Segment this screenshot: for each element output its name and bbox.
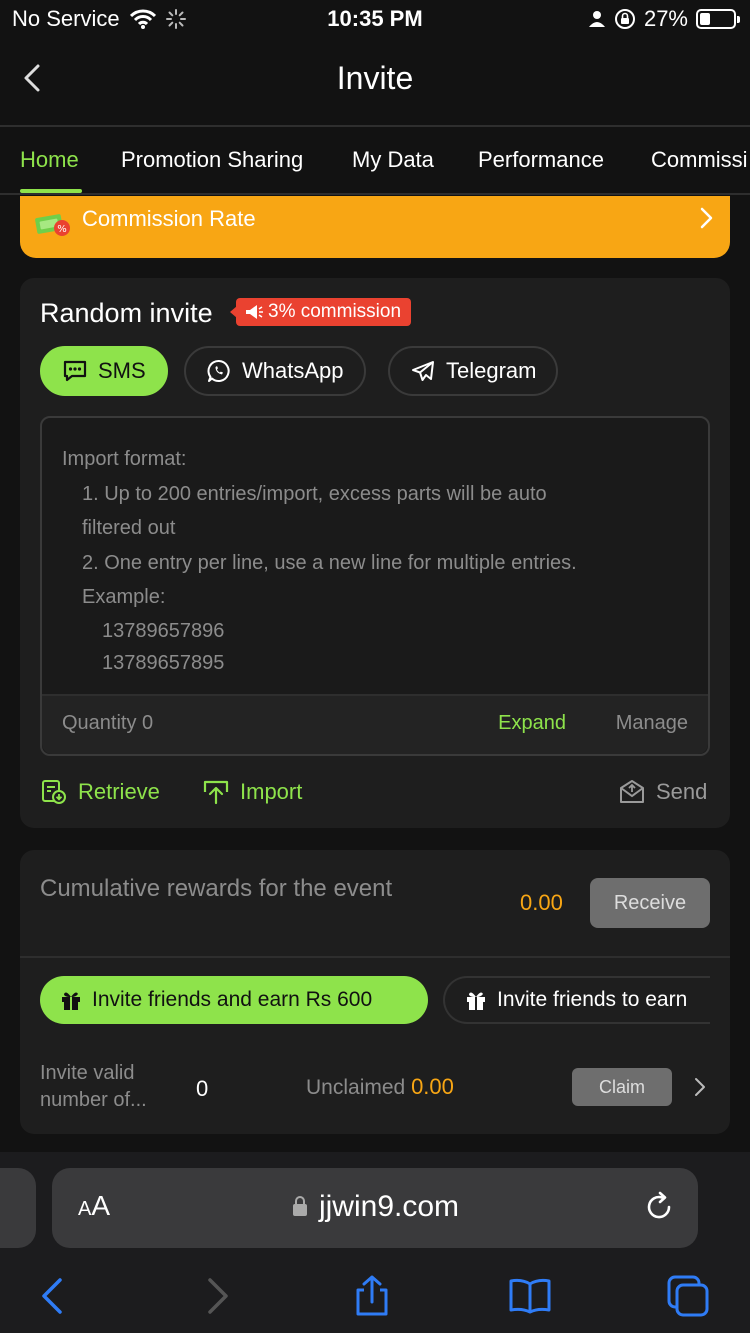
browser-back-icon[interactable] bbox=[32, 1274, 76, 1318]
send-label: Send bbox=[656, 779, 708, 804]
megaphone-icon bbox=[246, 305, 263, 319]
import-format-heading: Import format: bbox=[62, 448, 187, 470]
rewards-title: Cumulative rewards for the event bbox=[40, 875, 393, 902]
sms-icon bbox=[63, 360, 87, 382]
reload-icon[interactable] bbox=[642, 1190, 676, 1224]
status-bar: No Service 10:35 PM 27% bbox=[0, 0, 750, 40]
commission-rate-label: Commission Rate bbox=[82, 206, 256, 231]
claim-button[interactable]: Claim bbox=[572, 1068, 672, 1106]
telegram-icon bbox=[412, 361, 434, 381]
upload-icon bbox=[203, 780, 229, 805]
url-text: jjwin9.com bbox=[318, 1190, 460, 1223]
chevron-right-icon bbox=[700, 207, 713, 229]
import-rule-1-cont: filtered out bbox=[82, 517, 176, 539]
lock-icon bbox=[292, 1196, 307, 1216]
unclaimed-amount: 0.00 bbox=[411, 1074, 454, 1099]
import-footer: Quantity 0 Expand Manage bbox=[42, 694, 708, 754]
gift-icon bbox=[467, 992, 485, 1010]
rewards-divider bbox=[20, 956, 730, 958]
channel-sms-button[interactable]: SMS bbox=[40, 346, 168, 396]
invite-valid-count: 0 bbox=[196, 1076, 209, 1101]
invite-valid-label: Invite valid number of... bbox=[40, 1062, 147, 1111]
channel-whatsapp-button[interactable]: WhatsApp bbox=[184, 346, 366, 396]
share-icon[interactable] bbox=[350, 1274, 394, 1318]
previous-tab-peek[interactable] bbox=[0, 1168, 36, 1248]
url-display: jjwin9.com bbox=[52, 1190, 698, 1224]
tab-performance[interactable]: Performance bbox=[478, 147, 604, 173]
earn-tab-invite-friends[interactable]: Invite friends to earn bbox=[443, 976, 710, 1024]
commission-badge: 3% commission bbox=[229, 298, 412, 326]
browser-toolbar: AA jjwin9.com bbox=[0, 1152, 750, 1333]
tab-promotion-sharing[interactable]: Promotion Sharing bbox=[121, 147, 303, 173]
retrieve-button[interactable]: Retrieve bbox=[40, 778, 160, 806]
tabs-icon[interactable] bbox=[666, 1274, 710, 1318]
channel-sms-label: SMS bbox=[98, 358, 146, 383]
earn-tab-invite-friends-label: Invite friends to earn bbox=[497, 988, 688, 1011]
tab-bar: Home Promotion Sharing My Data Performan… bbox=[0, 127, 750, 195]
import-example-1: 13789657896 bbox=[102, 619, 225, 642]
import-format-instructions: Import format: 1. Up to 200 entries/impo… bbox=[62, 442, 577, 679]
send-envelope-icon bbox=[620, 780, 644, 803]
browser-forward-icon[interactable] bbox=[194, 1274, 238, 1318]
commission-rate-banner[interactable]: % Commission Rate bbox=[20, 196, 730, 258]
import-button[interactable]: Import bbox=[202, 778, 302, 806]
retrieve-label: Retrieve bbox=[78, 779, 160, 804]
page-title: Invite bbox=[336, 60, 414, 96]
address-bar[interactable]: AA jjwin9.com bbox=[52, 1168, 698, 1248]
whatsapp-icon bbox=[207, 360, 230, 382]
channel-telegram-button[interactable]: Telegram bbox=[388, 346, 559, 396]
channel-telegram-label: Telegram bbox=[446, 358, 537, 383]
unclaimed-label: Unclaimed bbox=[306, 1076, 406, 1099]
rewards-amount: 0.00 bbox=[520, 890, 563, 915]
send-button[interactable]: Send bbox=[618, 778, 707, 806]
money-percent-icon: % bbox=[35, 214, 70, 236]
active-tab-indicator bbox=[20, 189, 82, 193]
tab-home[interactable]: Home bbox=[20, 147, 79, 173]
tab-my-data[interactable]: My Data bbox=[352, 147, 434, 173]
import-example-2: 13789657895 bbox=[102, 651, 225, 674]
import-label: Import bbox=[240, 779, 303, 804]
retrieve-icon bbox=[42, 780, 66, 804]
battery-percent: 27% bbox=[643, 6, 688, 31]
quantity-label: Quantity 0 bbox=[62, 712, 154, 734]
bookmarks-icon[interactable] bbox=[508, 1274, 552, 1318]
commission-badge-text: 3% commission bbox=[268, 301, 402, 322]
battery-icon bbox=[696, 9, 740, 29]
import-textarea[interactable]: Import format: 1. Up to 200 entries/impo… bbox=[40, 416, 710, 756]
receive-button[interactable]: Receive bbox=[590, 878, 710, 928]
random-invite-card: Random invite 3% commission SMS WhatsApp… bbox=[20, 278, 730, 828]
svg-text:%: % bbox=[57, 224, 67, 235]
earn-tab-rs600-label: Invite friends and earn Rs 600 bbox=[92, 988, 373, 1011]
cumulative-rewards-card: Cumulative rewards for the event 0.00 Re… bbox=[20, 850, 730, 1134]
expand-button[interactable]: Expand bbox=[498, 712, 566, 735]
import-example-label: Example: bbox=[82, 586, 166, 608]
import-rule-1: 1. Up to 200 entries/import, excess part… bbox=[82, 482, 547, 505]
gift-icon bbox=[62, 992, 80, 1010]
import-rule-2: 2. One entry per line, use a new line fo… bbox=[82, 551, 577, 574]
header: Invite bbox=[0, 40, 750, 126]
tab-commission[interactable]: Commissi bbox=[651, 147, 748, 173]
chevron-right-icon[interactable] bbox=[692, 1076, 708, 1098]
orientation-lock-icon bbox=[614, 9, 635, 29]
card-title: Random invite bbox=[40, 298, 213, 328]
earn-tab-rs600[interactable]: Invite friends and earn Rs 600 bbox=[40, 976, 428, 1024]
status-right: 27% bbox=[588, 6, 740, 32]
manage-button[interactable]: Manage bbox=[616, 712, 688, 735]
channel-whatsapp-label: WhatsApp bbox=[242, 358, 344, 383]
person-icon bbox=[588, 11, 605, 27]
unclaimed-row: Unclaimed 0.00 bbox=[306, 1074, 454, 1100]
